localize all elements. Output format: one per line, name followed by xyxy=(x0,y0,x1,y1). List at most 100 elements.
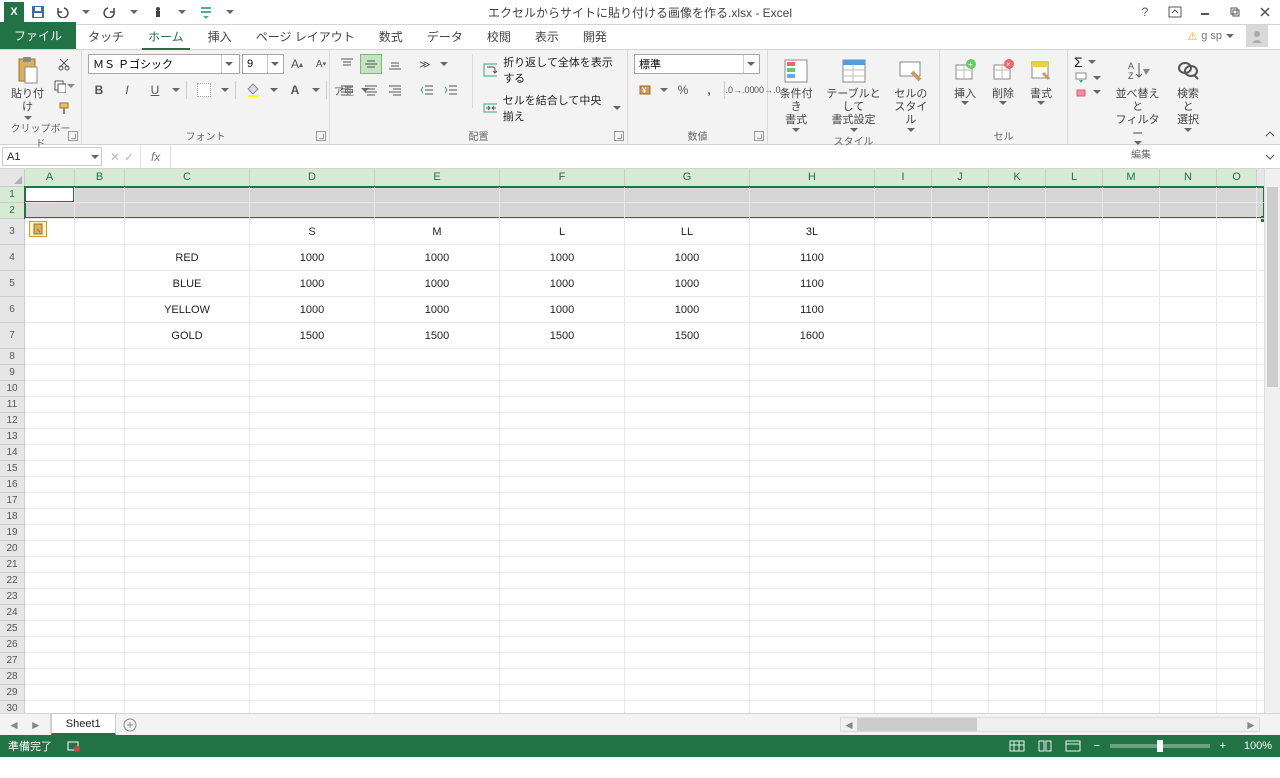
paste-options-icon[interactable] xyxy=(29,221,47,237)
col-header-O[interactable]: O xyxy=(1217,169,1257,186)
paste-button[interactable]: 貼り付け xyxy=(6,54,49,122)
row-header-25[interactable]: 25 xyxy=(0,621,24,637)
decrease-font-size[interactable]: A▾ xyxy=(310,54,332,74)
cell-C7[interactable]: GOLD xyxy=(125,323,250,349)
number-dialog-launcher[interactable] xyxy=(754,131,764,141)
font-color-button[interactable]: A xyxy=(284,80,306,100)
col-header-E[interactable]: E xyxy=(375,169,500,186)
col-header-A[interactable]: A xyxy=(25,169,75,186)
avatar[interactable] xyxy=(1246,25,1268,47)
row-headers[interactable]: 1234567891011121314151617181920212223242… xyxy=(0,187,25,713)
cell-D6[interactable]: 1000 xyxy=(250,297,375,323)
clear-button[interactable] xyxy=(1074,86,1101,98)
cell-E6[interactable]: 1000 xyxy=(375,297,500,323)
cell-H3[interactable]: 3L xyxy=(750,219,875,245)
row-header-3[interactable]: 3 xyxy=(0,219,24,245)
hscroll-right[interactable]: ► xyxy=(1243,718,1259,732)
align-top[interactable] xyxy=(336,54,358,74)
number-format-combo[interactable] xyxy=(634,54,760,74)
undo-button[interactable] xyxy=(50,1,74,23)
font-size-combo[interactable] xyxy=(242,54,284,74)
increase-font-size[interactable]: A▴ xyxy=(286,54,308,74)
col-header-J[interactable]: J xyxy=(932,169,989,186)
row-header-26[interactable]: 26 xyxy=(0,637,24,653)
sheet-nav-next[interactable]: ► xyxy=(30,718,42,732)
cell-F7[interactable]: 1500 xyxy=(500,323,625,349)
col-header-D[interactable]: D xyxy=(250,169,375,186)
cell-H6[interactable]: 1100 xyxy=(750,297,875,323)
row-header-22[interactable]: 22 xyxy=(0,573,24,589)
view-normal[interactable] xyxy=(1006,738,1028,754)
row-header-27[interactable]: 27 xyxy=(0,653,24,669)
zoom-level[interactable]: 100% xyxy=(1244,740,1272,752)
wrap-text-button[interactable]: 折り返して全体を表示する xyxy=(483,54,621,86)
format-painter-button[interactable] xyxy=(53,98,75,118)
ribbon-display-options[interactable] xyxy=(1160,0,1190,24)
conditional-formatting-button[interactable]: 条件付き 書式 xyxy=(774,54,818,134)
clipboard-dialog-launcher[interactable] xyxy=(68,131,78,141)
cut-button[interactable] xyxy=(53,54,75,74)
cell-E4[interactable]: 1000 xyxy=(375,245,500,271)
row-header-24[interactable]: 24 xyxy=(0,605,24,621)
row-header-7[interactable]: 7 xyxy=(0,323,24,349)
align-right[interactable] xyxy=(384,80,406,100)
format-cells-button[interactable]: 書式 xyxy=(1022,54,1060,107)
cell-styles-button[interactable]: セルの スタイル xyxy=(889,54,933,134)
col-header-H[interactable]: H xyxy=(750,169,875,186)
cell-D3[interactable]: S xyxy=(250,219,375,245)
tab-review[interactable]: 校閲 xyxy=(475,24,523,49)
row-header-21[interactable]: 21 xyxy=(0,557,24,573)
alignment-dialog-launcher[interactable] xyxy=(614,131,624,141)
cell-G4[interactable]: 1000 xyxy=(625,245,750,271)
maximize-button[interactable] xyxy=(1220,0,1250,24)
row-header-11[interactable]: 11 xyxy=(0,397,24,413)
accounting-format[interactable]: ¥ xyxy=(634,80,656,100)
delete-cells-button[interactable]: ×削除 xyxy=(984,54,1022,107)
cell-H7[interactable]: 1600 xyxy=(750,323,875,349)
align-center[interactable] xyxy=(360,80,382,100)
font-dialog-launcher[interactable] xyxy=(316,131,326,141)
horizontal-scrollbar[interactable]: ◄ ► xyxy=(840,717,1260,732)
col-header-B[interactable]: B xyxy=(75,169,125,186)
bold-button[interactable]: B xyxy=(88,80,110,100)
row-header-23[interactable]: 23 xyxy=(0,589,24,605)
new-sheet-button[interactable] xyxy=(116,714,144,735)
row-header-30[interactable]: 30 xyxy=(0,701,24,713)
cell-G5[interactable]: 1000 xyxy=(625,271,750,297)
font-name-combo[interactable] xyxy=(88,54,240,74)
row-header-16[interactable]: 16 xyxy=(0,477,24,493)
row-header-6[interactable]: 6 xyxy=(0,297,24,323)
merge-center-button[interactable]: セルを結合して中央揃え xyxy=(483,92,621,124)
tab-page-layout[interactable]: ページ レイアウト xyxy=(244,24,367,49)
cell-G3[interactable]: LL xyxy=(625,219,750,245)
row-header-29[interactable]: 29 xyxy=(0,685,24,701)
align-bottom[interactable] xyxy=(384,54,406,74)
fill-button[interactable] xyxy=(1074,72,1101,84)
find-select-button[interactable]: 検索と 選択 xyxy=(1168,54,1208,134)
row-header-19[interactable]: 19 xyxy=(0,525,24,541)
sort-filter-button[interactable]: AZ並べ替えと フィルター xyxy=(1107,54,1168,147)
tab-formulas[interactable]: 数式 xyxy=(367,24,415,49)
tab-touch[interactable]: タッチ xyxy=(76,24,136,49)
touch-mode-dropdown[interactable] xyxy=(170,1,194,23)
vertical-scroll-thumb[interactable] xyxy=(1267,187,1278,387)
sheet-tab-active[interactable]: Sheet1 xyxy=(51,713,116,735)
comma-format[interactable]: , xyxy=(698,80,720,100)
qat-dropdown[interactable] xyxy=(218,1,242,23)
tab-developer[interactable]: 開発 xyxy=(571,24,619,49)
align-middle[interactable] xyxy=(360,54,382,74)
zoom-in[interactable]: + xyxy=(1216,740,1230,752)
row-header-5[interactable]: 5 xyxy=(0,271,24,297)
cell-F3[interactable]: L xyxy=(500,219,625,245)
cell-E7[interactable]: 1500 xyxy=(375,323,500,349)
decrease-indent[interactable] xyxy=(416,80,438,100)
fill-color-button[interactable] xyxy=(242,80,264,100)
row-header-15[interactable]: 15 xyxy=(0,461,24,477)
align-left[interactable] xyxy=(336,80,358,100)
view-page-layout[interactable] xyxy=(1034,738,1056,754)
expand-formula-bar[interactable] xyxy=(1260,145,1280,168)
cell-D5[interactable]: 1000 xyxy=(250,271,375,297)
zoom-slider[interactable] xyxy=(1110,744,1210,748)
cell-F6[interactable]: 1000 xyxy=(500,297,625,323)
cell-D4[interactable]: 1000 xyxy=(250,245,375,271)
